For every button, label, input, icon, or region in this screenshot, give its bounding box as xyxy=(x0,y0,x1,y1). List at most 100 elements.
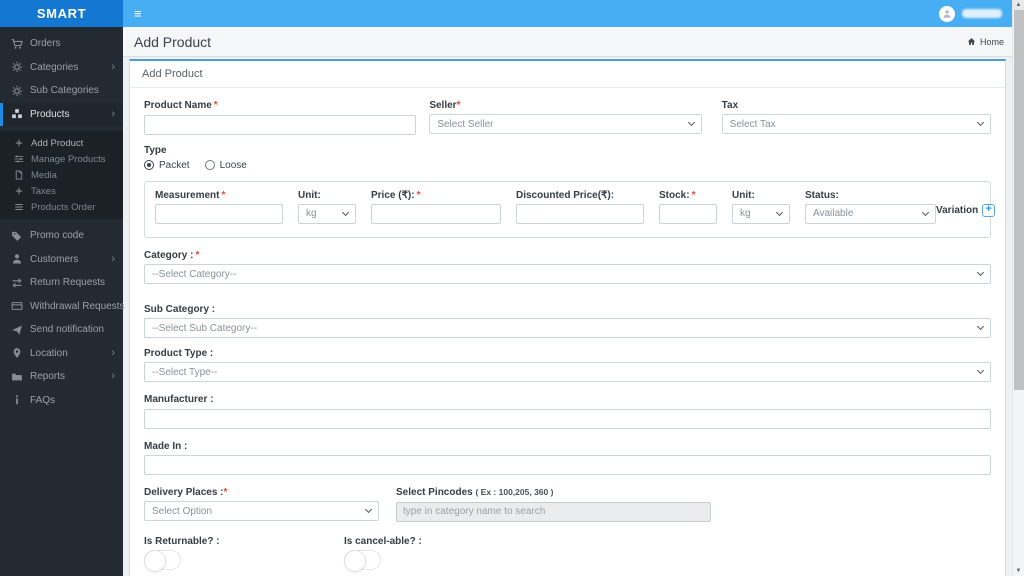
sidebar-item-location[interactable]: Location › xyxy=(0,342,123,366)
delivery-places-select[interactable]: Select Option xyxy=(144,501,379,521)
sidebar-item-label: Manage Products xyxy=(31,153,106,165)
chevron-down-icon xyxy=(364,505,373,514)
credit-card-icon xyxy=(11,300,23,312)
seller-select[interactable]: Select Seller xyxy=(429,114,702,134)
folder-icon xyxy=(11,371,23,383)
breadcrumb-home-label[interactable]: Home xyxy=(980,37,1004,47)
sidebar-item-label: Add Product xyxy=(31,137,84,149)
chevron-right-icon: › xyxy=(111,252,115,265)
price-input[interactable] xyxy=(371,204,501,224)
sidebar-item-taxes[interactable]: Taxes xyxy=(0,183,123,199)
sidebar-item-add-product[interactable]: Add Product xyxy=(0,135,123,151)
sub-category-select[interactable]: --Select Sub Category-- xyxy=(144,318,991,338)
sidebar-secondary-menu: Promo code Customers › Return Requests Withd… xyxy=(0,219,124,417)
sidebar-products-submenu: Add Product Manage Products Media Taxes Prod… xyxy=(0,131,123,219)
sidebar-item-withdrawal-requests[interactable]: Withdrawal Requests xyxy=(0,295,124,319)
sliders-icon xyxy=(14,154,24,164)
chevron-down-icon xyxy=(775,208,784,216)
sidebar-item-orders[interactable]: Orders xyxy=(0,32,123,56)
vertical-scrollbar[interactable]: ▲ ▼ xyxy=(1012,0,1024,576)
is-cancelable-label: Is cancel-able? : xyxy=(344,535,422,547)
topbar-user-area[interactable] xyxy=(939,5,1002,22)
scroll-down-arrow-icon[interactable]: ▼ xyxy=(1013,566,1024,576)
unit2-select-value: kg xyxy=(740,208,751,219)
chevron-down-icon xyxy=(976,268,985,277)
scrollbar-thumb[interactable] xyxy=(1014,10,1024,390)
sidebar-item-label: Categories xyxy=(30,61,79,73)
sidebar-item-sub-categories[interactable]: Sub Categories xyxy=(0,79,123,103)
home-icon xyxy=(967,38,976,45)
manufacturer-input[interactable] xyxy=(144,408,991,429)
unit-label: Unit: xyxy=(298,189,321,201)
sidebar-item-send-notification[interactable]: Send notification xyxy=(0,318,123,342)
sidebar: SMART Orders Categories › Sub Categories Pro… xyxy=(0,0,124,576)
required-asterisk: * xyxy=(456,100,461,111)
file-icon xyxy=(14,170,24,180)
is-returnable-toggle[interactable] xyxy=(144,549,181,572)
add-product-form: Product Name * Seller* Select Seller Tax … xyxy=(130,88,1005,576)
is-cancelable-toggle[interactable] xyxy=(344,549,381,572)
chevron-down-icon xyxy=(687,118,695,127)
delivery-places-select-value: Select Option xyxy=(152,505,213,517)
variation-row: Measurement * Unit: kg Price (₹): * Discou… xyxy=(144,180,996,238)
app-logo[interactable]: SMART xyxy=(0,0,123,27)
chevron-down-icon xyxy=(976,322,985,331)
scroll-up-arrow-icon[interactable]: ▲ xyxy=(1013,0,1024,10)
sidebar-item-faqs[interactable]: FAQs xyxy=(0,389,123,413)
required-asterisk: * xyxy=(223,487,228,498)
type-packet-option-label[interactable]: Packet xyxy=(159,160,190,171)
sidebar-item-products[interactable]: Products › xyxy=(0,102,123,126)
category-select[interactable]: --Select Category-- xyxy=(144,264,991,284)
sidebar-item-label: Location xyxy=(30,347,68,359)
type-packet-radio[interactable] xyxy=(144,160,154,170)
product-name-input[interactable] xyxy=(144,114,417,135)
chevron-right-icon: › xyxy=(111,60,115,73)
sidebar-item-customers[interactable]: Customers › xyxy=(0,248,123,272)
unit2-select[interactable]: kg xyxy=(732,203,790,224)
sidebar-item-manage-products[interactable]: Manage Products xyxy=(0,151,123,167)
stock-input[interactable] xyxy=(659,204,717,224)
status-select[interactable]: Available xyxy=(805,203,936,224)
sidebar-item-label: Promo code xyxy=(30,230,84,242)
gear-icon xyxy=(11,61,23,73)
product-type-select[interactable]: --Select Type-- xyxy=(144,362,991,382)
sidebar-item-media[interactable]: Media xyxy=(0,167,123,183)
sidebar-item-label: Products Order xyxy=(31,201,96,213)
sidebar-item-label: Products xyxy=(30,108,70,120)
pincodes-search-input[interactable] xyxy=(396,501,711,522)
sub-category-label: Sub Category : xyxy=(144,304,216,315)
sidebar-item-reports[interactable]: Reports › xyxy=(0,365,123,389)
sub-category-select-value: --Select Sub Category-- xyxy=(152,322,258,334)
category-label: Category : * xyxy=(144,250,200,261)
product-type-label: Product Type : xyxy=(144,348,214,359)
made-in-input[interactable] xyxy=(144,455,991,475)
is-returnable-label: Is Returnable? : xyxy=(144,535,220,547)
main-content: Add Product Product Name * Seller* Select… xyxy=(123,57,1012,576)
required-asterisk: * xyxy=(213,100,218,111)
made-in-label: Made In : xyxy=(144,440,188,452)
hamburger-menu-icon[interactable]: ≡ xyxy=(134,7,142,20)
discounted-price-input[interactable] xyxy=(516,204,644,224)
plus-icon xyxy=(14,138,24,148)
type-loose-radio[interactable] xyxy=(204,160,215,170)
sidebar-item-categories[interactable]: Categories › xyxy=(0,56,123,80)
sidebar-item-promo-code[interactable]: Promo code xyxy=(0,224,123,248)
sidebar-item-products-order[interactable]: Products Order xyxy=(0,199,123,215)
tax-select[interactable]: Select Tax xyxy=(721,114,991,134)
measurement-input[interactable] xyxy=(155,204,283,224)
seller-label: Seller* xyxy=(429,100,461,111)
unit-select[interactable]: kg xyxy=(298,203,356,224)
sidebar-item-return-requests[interactable]: Return Requests xyxy=(0,271,123,295)
breadcrumb[interactable]: Home xyxy=(967,37,1004,47)
cart-icon xyxy=(11,38,23,50)
gear-icon xyxy=(11,85,23,97)
chevron-down-icon xyxy=(341,208,350,216)
add-product-card: Add Product Product Name * Seller* Select… xyxy=(129,59,1006,576)
discounted-price-label: Discounted Price(₹): xyxy=(516,189,615,201)
user-avatar-icon[interactable] xyxy=(939,5,955,22)
username-redacted[interactable] xyxy=(962,9,1002,18)
tag-icon xyxy=(11,230,23,242)
add-variation-plus-icon[interactable] xyxy=(982,203,996,217)
type-loose-option-label[interactable]: Loose xyxy=(220,160,247,171)
chevron-down-icon xyxy=(976,118,985,127)
